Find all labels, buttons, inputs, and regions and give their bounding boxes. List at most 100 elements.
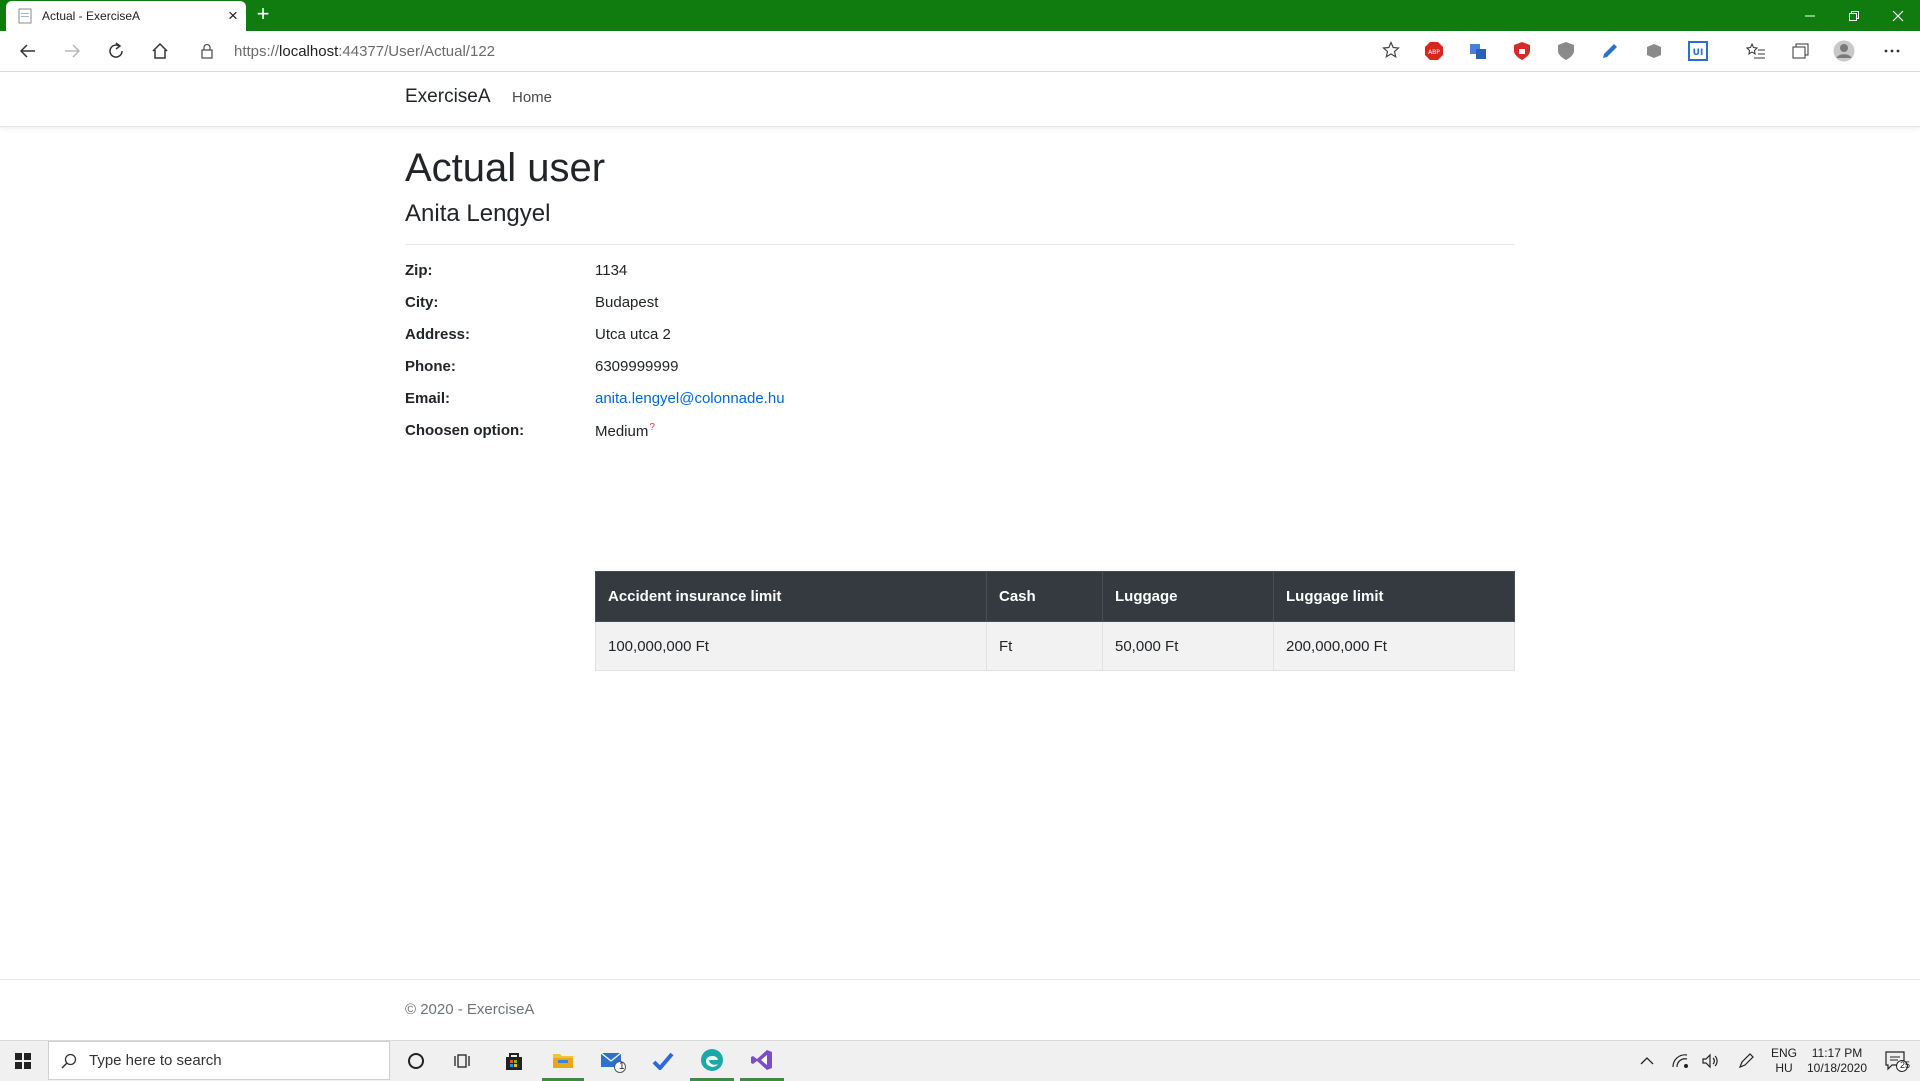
- minimize-button[interactable]: [1788, 0, 1832, 31]
- extension-box-icon[interactable]: [1643, 40, 1665, 62]
- home-button[interactable]: [144, 35, 176, 67]
- lock-icon: [200, 43, 216, 59]
- action-center-button[interactable]: 25: [1876, 1041, 1916, 1081]
- option-help-marker[interactable]: ?: [649, 422, 655, 433]
- taskbar-todo[interactable]: [642, 1041, 684, 1081]
- option-value: Medium?: [595, 422, 655, 440]
- nav-home-link[interactable]: Home: [512, 89, 552, 106]
- close-tab-icon[interactable]: ×: [220, 6, 246, 26]
- city-value: Budapest: [595, 294, 659, 311]
- table-header: Cash: [986, 571, 1103, 622]
- shield-red-icon[interactable]: [1511, 40, 1533, 62]
- profile-avatar-icon[interactable]: [1833, 40, 1855, 62]
- folder-icon: [553, 1053, 573, 1068]
- browser-toolbar: https://localhost:44377/User/Actual/122 …: [0, 31, 1920, 72]
- browser-tab[interactable]: Actual - ExerciseA ×: [6, 1, 246, 31]
- store-bag-icon: [506, 1053, 522, 1070]
- table-row: 100,000,000 Ft Ft 50,000 Ft 200,000,000 …: [595, 621, 1515, 671]
- edge-browser-icon: [701, 1048, 723, 1071]
- show-hidden-icons-button[interactable]: [1636, 1041, 1658, 1081]
- home-icon: [152, 42, 168, 59]
- taskbar: Type here to search 1 ENG HU 11:17 PM 10…: [0, 1040, 1920, 1081]
- taskbar-store[interactable]: [494, 1041, 534, 1081]
- refresh-button[interactable]: [100, 35, 132, 67]
- checkmark-icon: [652, 1052, 674, 1070]
- cortana-button[interactable]: [396, 1041, 436, 1081]
- language-code: ENG: [1770, 1046, 1797, 1060]
- ui-extension-icon[interactable]: UI: [1687, 40, 1709, 62]
- close-window-button[interactable]: [1876, 0, 1920, 31]
- volume-icon[interactable]: [1698, 1041, 1722, 1081]
- phone-value: 6309999999: [595, 358, 679, 375]
- taskbar-mail[interactable]: 1: [592, 1041, 634, 1081]
- adblock-icon[interactable]: ABP: [1423, 40, 1445, 62]
- table-header: Accident insurance limit: [595, 571, 987, 622]
- taskbar-edge[interactable]: [690, 1041, 734, 1081]
- url-text: https://localhost:44377/User/Actual/122: [234, 42, 496, 60]
- option-label: Choosen option:: [405, 422, 525, 439]
- email-value: anita.lengyel@colonnade.hu: [595, 390, 785, 407]
- favorite-star-icon[interactable]: [1382, 41, 1400, 64]
- table-header-row: Accident insurance limit Cash Luggage Lu…: [595, 571, 1515, 622]
- site-navbar: ExerciseA Home: [0, 72, 1920, 127]
- clock-date: 10/18/2020: [1806, 1061, 1868, 1075]
- task-view-icon: [454, 1054, 470, 1068]
- forward-button[interactable]: [56, 35, 88, 67]
- table-cell: 50,000 Ft: [1102, 621, 1274, 671]
- network-icon[interactable]: [1668, 1041, 1692, 1081]
- zip-value: 1134: [595, 262, 628, 279]
- restore-icon: [1849, 10, 1859, 21]
- more-menu-icon[interactable]: [1881, 40, 1903, 62]
- cortana-circle-icon: [408, 1053, 424, 1069]
- site-brand-link[interactable]: ExerciseA: [405, 86, 491, 108]
- address-bar[interactable]: https://localhost:44377/User/Actual/122: [186, 35, 1408, 67]
- refresh-icon: [109, 42, 123, 58]
- tab-title: Actual - ExerciseA: [42, 9, 141, 23]
- footer-copyright: © 2020 - ExerciseA: [405, 1001, 535, 1018]
- start-button[interactable]: [0, 1041, 46, 1081]
- taskbar-visual-studio[interactable]: [740, 1041, 784, 1081]
- address-value: Utca utca 2: [595, 326, 671, 343]
- task-view-button[interactable]: [444, 1041, 484, 1081]
- option-text: Medium: [595, 423, 649, 440]
- arrow-left-icon: [19, 44, 35, 58]
- footer-divider: [0, 979, 1920, 980]
- email-label: Email:: [405, 390, 451, 407]
- pen-workspace-icon[interactable]: [1734, 1041, 1758, 1081]
- divider: [405, 244, 1515, 245]
- clock[interactable]: 11:17 PM 10/18/2020: [1804, 1046, 1870, 1076]
- minimize-icon: [1805, 15, 1815, 16]
- pen-icon[interactable]: [1599, 40, 1621, 62]
- user-name-heading: Anita Lengyel: [405, 200, 551, 227]
- translate-icon[interactable]: [1467, 40, 1489, 62]
- shield-gray-icon[interactable]: [1555, 40, 1577, 62]
- back-button[interactable]: [12, 35, 44, 67]
- collections-icon[interactable]: [1789, 40, 1811, 62]
- taskbar-file-explorer[interactable]: [542, 1041, 584, 1081]
- address-label: Address:: [405, 326, 471, 343]
- language-indicator[interactable]: ENG HU: [1768, 1046, 1800, 1076]
- mail-badge: 1: [619, 1061, 625, 1072]
- city-label: City:: [405, 294, 439, 311]
- search-icon: [61, 1053, 77, 1069]
- keyboard-layout: HU: [1775, 1061, 1793, 1075]
- table-cell: Ft: [986, 621, 1103, 671]
- table-cell: 200,000,000 Ft: [1273, 621, 1515, 671]
- restore-button[interactable]: [1832, 0, 1876, 31]
- svg-text:ABP: ABP: [1428, 49, 1440, 56]
- phone-label: Phone:: [405, 358, 456, 375]
- table-cell: 100,000,000 Ft: [595, 621, 987, 671]
- table-header: Luggage limit: [1273, 571, 1515, 622]
- search-placeholder: Type here to search: [89, 1052, 222, 1069]
- arrow-right-icon: [65, 44, 81, 58]
- favorites-icon[interactable]: [1745, 40, 1767, 62]
- chevron-up-icon: [1640, 1057, 1654, 1065]
- table-header: Luggage: [1102, 571, 1274, 622]
- email-link[interactable]: anita.lengyel@colonnade.hu: [595, 390, 785, 407]
- taskbar-search-box[interactable]: Type here to search: [48, 1041, 390, 1080]
- page-title: Actual user: [405, 146, 606, 190]
- zip-label: Zip:: [405, 262, 433, 279]
- notification-count: 25: [1900, 1060, 1911, 1070]
- new-tab-button[interactable]: +: [250, 0, 276, 30]
- svg-text:UI: UI: [1693, 48, 1704, 58]
